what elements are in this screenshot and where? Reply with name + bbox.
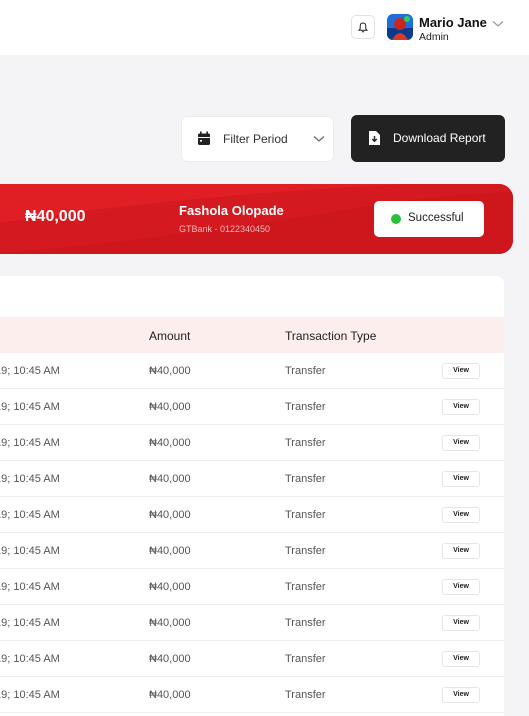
column-header-amount: Amount bbox=[149, 329, 191, 343]
table-header: Amount Transaction Type bbox=[0, 317, 504, 353]
row-amount: ₦40,000 bbox=[149, 545, 191, 557]
view-button[interactable]: View bbox=[442, 615, 480, 631]
transaction-amount: ₦40,000 bbox=[25, 208, 86, 225]
row-transaction-type: Transfer bbox=[285, 509, 326, 521]
filter-period-label: Filter Period bbox=[223, 132, 288, 146]
filter-period-dropdown[interactable]: Filter Period bbox=[181, 116, 334, 162]
calendar-icon bbox=[198, 131, 210, 145]
row-amount: ₦40,000 bbox=[149, 581, 191, 593]
table-row: 19; 10:45 AM ₦40,000 Transfer View bbox=[0, 605, 504, 641]
row-transaction-type: Transfer bbox=[285, 437, 326, 449]
row-date: 19; 10:45 AM bbox=[0, 653, 60, 665]
download-icon bbox=[369, 131, 380, 145]
row-transaction-type: Transfer bbox=[285, 545, 326, 557]
row-transaction-type: Transfer bbox=[285, 365, 326, 377]
row-transaction-type: Transfer bbox=[285, 653, 326, 665]
row-date: 19; 10:45 AM bbox=[0, 545, 60, 557]
status-label: Successful bbox=[408, 212, 464, 224]
status-dot bbox=[391, 214, 401, 224]
transaction-banner: ₦40,000 Fashola Olopade GTBank - 0122340… bbox=[0, 184, 513, 254]
table-row: 19; 10:45 AM ₦40,000 Transfer View bbox=[0, 569, 504, 605]
view-button[interactable]: View bbox=[442, 687, 480, 703]
table-row: 19; 10:45 AM ₦40,000 Transfer View bbox=[0, 389, 504, 425]
row-transaction-type: Transfer bbox=[285, 401, 326, 413]
row-date: 19; 10:45 AM bbox=[0, 689, 60, 701]
row-transaction-type: Transfer bbox=[285, 617, 326, 629]
view-button[interactable]: View bbox=[442, 543, 480, 559]
row-date: 19; 10:45 AM bbox=[0, 617, 60, 629]
row-date: 19; 10:45 AM bbox=[0, 473, 60, 485]
user-role: Admin bbox=[419, 31, 449, 43]
view-button[interactable]: View bbox=[442, 507, 480, 523]
download-report-button[interactable]: Download Report bbox=[351, 115, 505, 162]
row-amount: ₦40,000 bbox=[149, 401, 191, 413]
row-transaction-type: Transfer bbox=[285, 473, 326, 485]
transactions-table: Amount Transaction Type 19; 10:45 AM ₦40,… bbox=[0, 276, 504, 716]
table-row: 19; 10:45 AM ₦40,000 Transfer View bbox=[0, 677, 504, 713]
bell-icon bbox=[358, 21, 368, 32]
payee-name: Fashola Olopade bbox=[179, 203, 284, 218]
row-date: 19; 10:45 AM bbox=[0, 401, 60, 413]
table-row: 19; 10:45 AM ₦40,000 Transfer View bbox=[0, 497, 504, 533]
row-amount: ₦40,000 bbox=[149, 617, 191, 629]
row-amount: ₦40,000 bbox=[149, 437, 191, 449]
top-bar: Mario Jane Admin bbox=[0, 0, 529, 55]
row-date: 19; 10:45 AM bbox=[0, 365, 60, 377]
row-date: 19; 10:45 AM bbox=[0, 509, 60, 521]
download-report-label: Download Report bbox=[393, 131, 486, 145]
view-button[interactable]: View bbox=[442, 651, 480, 667]
row-amount: ₦40,000 bbox=[149, 653, 191, 665]
table-row: 19; 10:45 AM ₦40,000 Transfer View bbox=[0, 533, 504, 569]
bank-account: GTBank - 0122340450 bbox=[179, 224, 271, 234]
view-button[interactable]: View bbox=[442, 471, 480, 487]
notification-button[interactable] bbox=[351, 15, 375, 39]
avatar[interactable] bbox=[387, 14, 413, 40]
row-transaction-type: Transfer bbox=[285, 581, 326, 593]
view-button[interactable]: View bbox=[442, 435, 480, 451]
view-button[interactable]: View bbox=[442, 363, 480, 379]
table-row: 19; 10:45 AM ₦40,000 Transfer View bbox=[0, 461, 504, 497]
chevron-down-icon[interactable] bbox=[492, 20, 504, 28]
row-transaction-type: Transfer bbox=[285, 689, 326, 701]
row-amount: ₦40,000 bbox=[149, 689, 191, 701]
table-row: 19; 10:45 AM ₦40,000 Transfer View bbox=[0, 425, 504, 461]
row-amount: ₦40,000 bbox=[149, 365, 191, 377]
table-row: 19; 10:45 AM ₦40,000 Transfer View bbox=[0, 353, 504, 389]
row-amount: ₦40,000 bbox=[149, 509, 191, 521]
row-amount: ₦40,000 bbox=[149, 473, 191, 485]
user-name[interactable]: Mario Jane bbox=[419, 15, 487, 30]
column-header-transaction-type: Transaction Type bbox=[285, 329, 377, 343]
row-date: 19; 10:45 AM bbox=[0, 437, 60, 449]
row-date: 19; 10:45 AM bbox=[0, 581, 60, 593]
chevron-down-icon bbox=[313, 136, 325, 142]
view-button[interactable]: View bbox=[442, 399, 480, 415]
status-badge: Successful bbox=[374, 201, 484, 237]
view-button[interactable]: View bbox=[442, 579, 480, 595]
table-row: 19; 10:45 AM ₦40,000 Transfer View bbox=[0, 641, 504, 677]
